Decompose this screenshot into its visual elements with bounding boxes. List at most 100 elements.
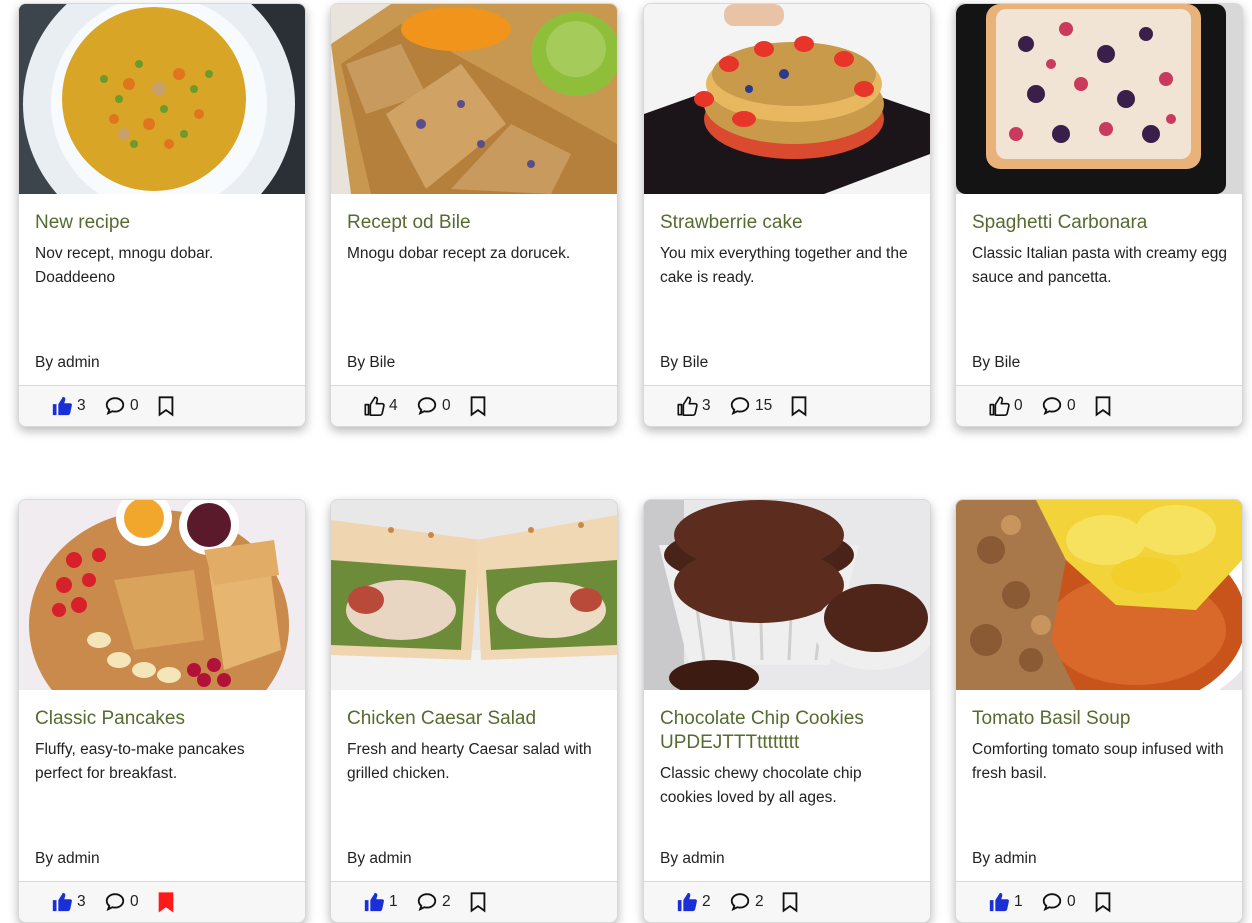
card-footer: 0 0 xyxy=(956,385,1242,426)
card-footer: 1 2 xyxy=(331,881,617,922)
like-button[interactable]: 2 xyxy=(676,890,711,914)
like-count: 3 xyxy=(702,397,711,414)
comment-icon xyxy=(416,891,438,913)
thumbs-up-filled-icon xyxy=(363,891,385,913)
recipe-author: By admin xyxy=(972,850,1037,867)
bookmark-icon xyxy=(779,891,801,913)
bookmark-button[interactable] xyxy=(1092,394,1114,418)
comment-count: 2 xyxy=(442,893,451,910)
recipe-card[interactable]: Recept od Bile Mnogu dobar recept za dor… xyxy=(330,3,618,427)
bookmark-icon xyxy=(788,395,810,417)
recipe-title[interactable]: Recept od Bile xyxy=(347,211,607,235)
bookmark-icon xyxy=(467,395,489,417)
recipe-card[interactable]: Chocolate Chip Cookies UPDEJTTTtttttttt … xyxy=(643,499,931,923)
comment-icon xyxy=(729,891,751,913)
recipe-card[interactable]: Strawberrie cake You mix everything toge… xyxy=(643,3,931,427)
recipe-image[interactable] xyxy=(956,4,1242,194)
like-count: 1 xyxy=(389,893,398,910)
comment-button[interactable]: 0 xyxy=(1041,890,1076,914)
recipe-description: Mnogu dobar recept za dorucek. xyxy=(347,245,571,262)
recipe-card[interactable]: Chicken Caesar Salad Fresh and hearty Ca… xyxy=(330,499,618,923)
recipe-card[interactable]: New recipe Nov recept, mnogu dobar. Doad… xyxy=(18,3,306,427)
comment-count: 0 xyxy=(1067,397,1076,414)
recipe-title[interactable]: Strawberrie cake xyxy=(660,211,920,235)
recipe-title[interactable]: Classic Pancakes xyxy=(35,707,295,731)
like-button[interactable]: 1 xyxy=(363,890,398,914)
bookmark-button[interactable] xyxy=(467,890,489,914)
recipe-author: By admin xyxy=(35,354,100,371)
bookmark-button[interactable] xyxy=(155,890,177,914)
comment-icon xyxy=(1041,891,1063,913)
recipe-image[interactable] xyxy=(644,500,930,690)
recipe-title[interactable]: Spaghetti Carbonara xyxy=(972,211,1232,235)
like-button[interactable]: 1 xyxy=(988,890,1023,914)
recipe-description: You mix everything together and the cake… xyxy=(660,245,908,286)
comment-icon xyxy=(729,395,751,417)
recipe-image[interactable] xyxy=(19,4,305,194)
recipe-image[interactable] xyxy=(331,500,617,690)
bookmark-button[interactable] xyxy=(467,394,489,418)
card-footer: 3 0 xyxy=(19,881,305,922)
recipe-image[interactable] xyxy=(644,4,930,194)
like-button[interactable]: 3 xyxy=(51,394,86,418)
comment-count: 0 xyxy=(130,893,139,910)
thumbs-up-filled-icon xyxy=(676,891,698,913)
comment-button[interactable]: 0 xyxy=(104,890,139,914)
comment-button[interactable]: 15 xyxy=(729,394,772,418)
recipe-description: Classic Italian pasta with creamy egg sa… xyxy=(972,245,1228,286)
card-footer: 3 0 xyxy=(19,385,305,426)
recipe-author: By admin xyxy=(660,850,725,867)
recipe-title[interactable]: Chocolate Chip Cookies UPDEJTTTtttttttt xyxy=(660,707,920,755)
comment-icon xyxy=(104,395,126,417)
recipe-card[interactable]: Tomato Basil Soup Comforting tomato soup… xyxy=(955,499,1243,923)
like-count: 3 xyxy=(77,893,86,910)
like-button[interactable]: 3 xyxy=(51,890,86,914)
recipe-title[interactable]: Chicken Caesar Salad xyxy=(347,707,607,731)
like-button[interactable]: 4 xyxy=(363,394,398,418)
like-count: 4 xyxy=(389,397,398,414)
thumbs-up-outline-icon xyxy=(363,395,385,417)
bookmark-icon xyxy=(155,395,177,417)
recipe-author: By admin xyxy=(347,850,412,867)
recipe-title[interactable]: Tomato Basil Soup xyxy=(972,707,1232,731)
recipe-card[interactable]: Classic Pancakes Fluffy, easy-to-make pa… xyxy=(18,499,306,923)
bookmark-button[interactable] xyxy=(155,394,177,418)
recipe-author: By admin xyxy=(35,850,100,867)
thumbs-up-filled-icon xyxy=(988,891,1010,913)
like-count: 1 xyxy=(1014,893,1023,910)
comment-count: 0 xyxy=(442,397,451,414)
card-footer: 2 2 xyxy=(644,881,930,922)
bookmark-icon xyxy=(1092,395,1114,417)
thumbs-up-outline-icon xyxy=(988,395,1010,417)
comment-button[interactable]: 2 xyxy=(416,890,451,914)
comment-button[interactable]: 2 xyxy=(729,890,764,914)
bookmark-button[interactable] xyxy=(1092,890,1114,914)
comment-button[interactable]: 0 xyxy=(104,394,139,418)
recipe-author: By Bile xyxy=(347,354,396,371)
comment-button[interactable]: 0 xyxy=(416,394,451,418)
card-footer: 1 0 xyxy=(956,881,1242,922)
recipe-description: Nov recept, mnogu dobar. Doaddeeno xyxy=(35,245,214,286)
comment-icon xyxy=(416,395,438,417)
recipe-description: Classic chewy chocolate chip cookies lov… xyxy=(660,765,862,806)
recipe-card[interactable]: Spaghetti Carbonara Classic Italian past… xyxy=(955,3,1243,427)
comment-button[interactable]: 0 xyxy=(1041,394,1076,418)
comment-icon xyxy=(104,891,126,913)
comment-count: 2 xyxy=(755,893,764,910)
recipe-title[interactable]: New recipe xyxy=(35,211,295,235)
recipe-image[interactable] xyxy=(331,4,617,194)
bookmark-button[interactable] xyxy=(788,394,810,418)
recipe-author: By Bile xyxy=(972,354,1021,371)
comment-count: 15 xyxy=(755,397,773,414)
recipe-description: Fluffy, easy-to-make pancakes perfect fo… xyxy=(35,741,245,782)
recipe-description: Comforting tomato soup infused with fres… xyxy=(972,741,1224,782)
like-button[interactable]: 0 xyxy=(988,394,1023,418)
bookmark-icon xyxy=(1092,891,1114,913)
bookmark-button[interactable] xyxy=(779,890,801,914)
thumbs-up-outline-icon xyxy=(676,395,698,417)
recipe-image[interactable] xyxy=(19,500,305,690)
recipe-image[interactable] xyxy=(956,500,1242,690)
comment-count: 0 xyxy=(130,397,139,414)
comment-count: 0 xyxy=(1067,893,1076,910)
like-button[interactable]: 3 xyxy=(676,394,711,418)
